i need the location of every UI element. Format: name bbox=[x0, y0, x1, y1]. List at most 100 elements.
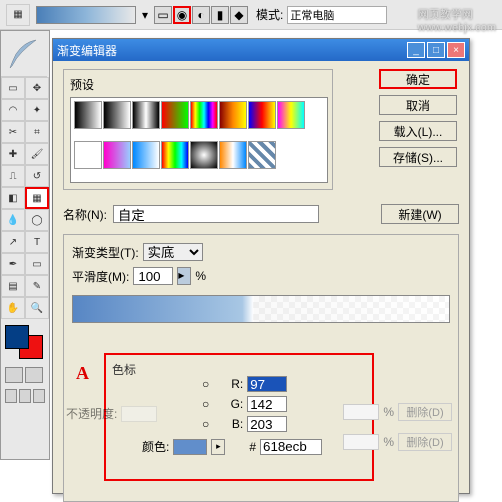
name-input[interactable] bbox=[113, 205, 319, 223]
cancel-button[interactable]: 取消 bbox=[379, 95, 457, 115]
radio-g-icon[interactable]: ○ bbox=[202, 397, 209, 411]
ok-button[interactable]: 确定 bbox=[379, 69, 457, 89]
eyedropper-tool[interactable]: ✎ bbox=[25, 275, 49, 297]
position-input-2 bbox=[343, 434, 379, 450]
hex-label: # bbox=[249, 440, 256, 454]
screen-mode-1[interactable] bbox=[5, 389, 17, 403]
hex-input[interactable] bbox=[260, 439, 322, 455]
presets-label: 预设 bbox=[70, 76, 326, 93]
radio-b-icon[interactable]: ○ bbox=[202, 417, 209, 431]
preset-swatch[interactable] bbox=[74, 141, 102, 169]
preset-grid[interactable] bbox=[70, 97, 328, 183]
eraser-tool[interactable]: ◧ bbox=[1, 187, 25, 209]
dialog-title: 渐变编辑器 bbox=[57, 42, 117, 59]
pct-2: % bbox=[383, 435, 394, 449]
type-tool[interactable]: T bbox=[25, 231, 49, 253]
screen-mode-3[interactable] bbox=[33, 389, 45, 403]
stamp-tool[interactable]: ⎍ bbox=[1, 165, 25, 187]
mode-select[interactable] bbox=[287, 6, 387, 24]
load-button[interactable]: 载入(L)... bbox=[379, 121, 457, 141]
radio-r-icon[interactable]: ○ bbox=[202, 377, 209, 391]
angle-gradient-button[interactable]: ◐ bbox=[192, 6, 210, 24]
preset-swatch[interactable] bbox=[132, 141, 160, 169]
preset-swatch[interactable] bbox=[161, 141, 189, 169]
dodge-tool[interactable]: ◯ bbox=[25, 209, 49, 231]
diamond-gradient-button[interactable]: ◆ bbox=[230, 6, 248, 24]
brush-tool[interactable]: 🖌 bbox=[25, 143, 49, 165]
preset-swatch[interactable] bbox=[103, 101, 131, 129]
close-button[interactable]: × bbox=[447, 42, 465, 58]
feather-icon bbox=[1, 31, 47, 77]
slice-tool[interactable]: ⌗ bbox=[25, 121, 49, 143]
gradient-type-buttons: ▭ ◉ ◐ ▮ ◆ bbox=[154, 6, 248, 24]
gradient-section: 渐变类型(T): 实底 平滑度(M): ▸ % A 色标 ○ R: bbox=[63, 234, 459, 502]
history-brush-tool[interactable]: ↺ bbox=[25, 165, 49, 187]
delete-button-2: 删除(D) bbox=[398, 433, 452, 451]
opacity-input bbox=[121, 406, 157, 422]
move-tool[interactable]: ✥ bbox=[25, 77, 49, 99]
gradient-preview[interactable] bbox=[36, 6, 136, 24]
g-input[interactable] bbox=[247, 396, 287, 412]
color-swatches[interactable] bbox=[1, 321, 49, 363]
reflected-gradient-button[interactable]: ▮ bbox=[211, 6, 229, 24]
titlebar[interactable]: 渐变编辑器 _ □ × bbox=[53, 39, 469, 61]
maximize-button[interactable]: □ bbox=[427, 42, 445, 58]
preset-swatch[interactable] bbox=[190, 101, 218, 129]
preset-swatch[interactable] bbox=[219, 101, 247, 129]
preset-swatch[interactable] bbox=[161, 101, 189, 129]
color-label: 颜色: bbox=[142, 438, 169, 455]
smoothness-input[interactable] bbox=[133, 267, 173, 285]
healing-tool[interactable]: ✚ bbox=[1, 143, 25, 165]
standard-mode-icon[interactable] bbox=[5, 367, 23, 383]
marquee-tool[interactable]: ▭ bbox=[1, 77, 25, 99]
radial-gradient-button[interactable]: ◉ bbox=[173, 6, 191, 24]
r-label: R: bbox=[213, 377, 243, 391]
zoom-tool[interactable]: 🔍 bbox=[25, 297, 49, 319]
new-button[interactable]: 新建(W) bbox=[381, 204, 459, 224]
gradient-bar[interactable] bbox=[72, 295, 450, 323]
wand-tool[interactable]: ✦ bbox=[25, 99, 49, 121]
screen-mode-2[interactable] bbox=[19, 389, 31, 403]
delete-button-1: 删除(D) bbox=[398, 403, 452, 421]
position-input-1 bbox=[343, 404, 379, 420]
gradient-tool-icon: ▦ bbox=[6, 4, 30, 26]
gradient-type-select[interactable]: 实底 bbox=[143, 243, 203, 261]
crop-tool[interactable]: ✂ bbox=[1, 121, 25, 143]
stops-label: 色标 bbox=[112, 363, 136, 377]
color-swatch[interactable] bbox=[173, 439, 207, 455]
preset-swatch[interactable] bbox=[277, 101, 305, 129]
preset-swatch[interactable] bbox=[248, 101, 276, 129]
foreground-color[interactable] bbox=[5, 325, 29, 349]
color-picker-arrow[interactable]: ▸ bbox=[211, 439, 225, 455]
preset-swatch[interactable] bbox=[132, 101, 160, 129]
preset-swatch[interactable] bbox=[103, 141, 131, 169]
smoothness-label: 平滑度(M): bbox=[72, 268, 129, 285]
preset-swatch[interactable] bbox=[190, 141, 218, 169]
r-input[interactable] bbox=[247, 376, 287, 392]
annotation-a: A bbox=[76, 363, 89, 384]
preset-swatch[interactable] bbox=[74, 101, 102, 129]
watermark: 网页教学网 www.webjx.com bbox=[418, 6, 496, 34]
name-label: 名称(N): bbox=[63, 206, 107, 223]
linear-gradient-button[interactable]: ▭ bbox=[154, 6, 172, 24]
path-tool[interactable]: ↗ bbox=[1, 231, 25, 253]
lasso-tool[interactable]: ◠ bbox=[1, 99, 25, 121]
preset-swatch[interactable] bbox=[248, 141, 276, 169]
hand-tool[interactable]: ✋ bbox=[1, 297, 25, 319]
preset-swatch[interactable] bbox=[219, 141, 247, 169]
notes-tool[interactable]: ▤ bbox=[1, 275, 25, 297]
g-label: G: bbox=[213, 397, 243, 411]
b-label: B: bbox=[213, 417, 243, 431]
save-button[interactable]: 存储(S)... bbox=[379, 147, 457, 167]
gradient-editor-dialog: 渐变编辑器 _ □ × 预设 确定 取消 载入(L)... 存储(S)... 名… bbox=[52, 38, 470, 494]
smoothness-spinner[interactable]: ▸ bbox=[177, 267, 191, 285]
minimize-button[interactable]: _ bbox=[407, 42, 425, 58]
dropdown-icon[interactable]: ▾ bbox=[142, 8, 148, 22]
smoothness-suffix: % bbox=[195, 269, 206, 283]
pen-tool[interactable]: ✒ bbox=[1, 253, 25, 275]
gradient-tool[interactable]: ▦ bbox=[25, 187, 49, 209]
shape-tool[interactable]: ▭ bbox=[25, 253, 49, 275]
b-input[interactable] bbox=[247, 416, 287, 432]
blur-tool[interactable]: 💧 bbox=[1, 209, 25, 231]
quickmask-mode-icon[interactable] bbox=[25, 367, 43, 383]
